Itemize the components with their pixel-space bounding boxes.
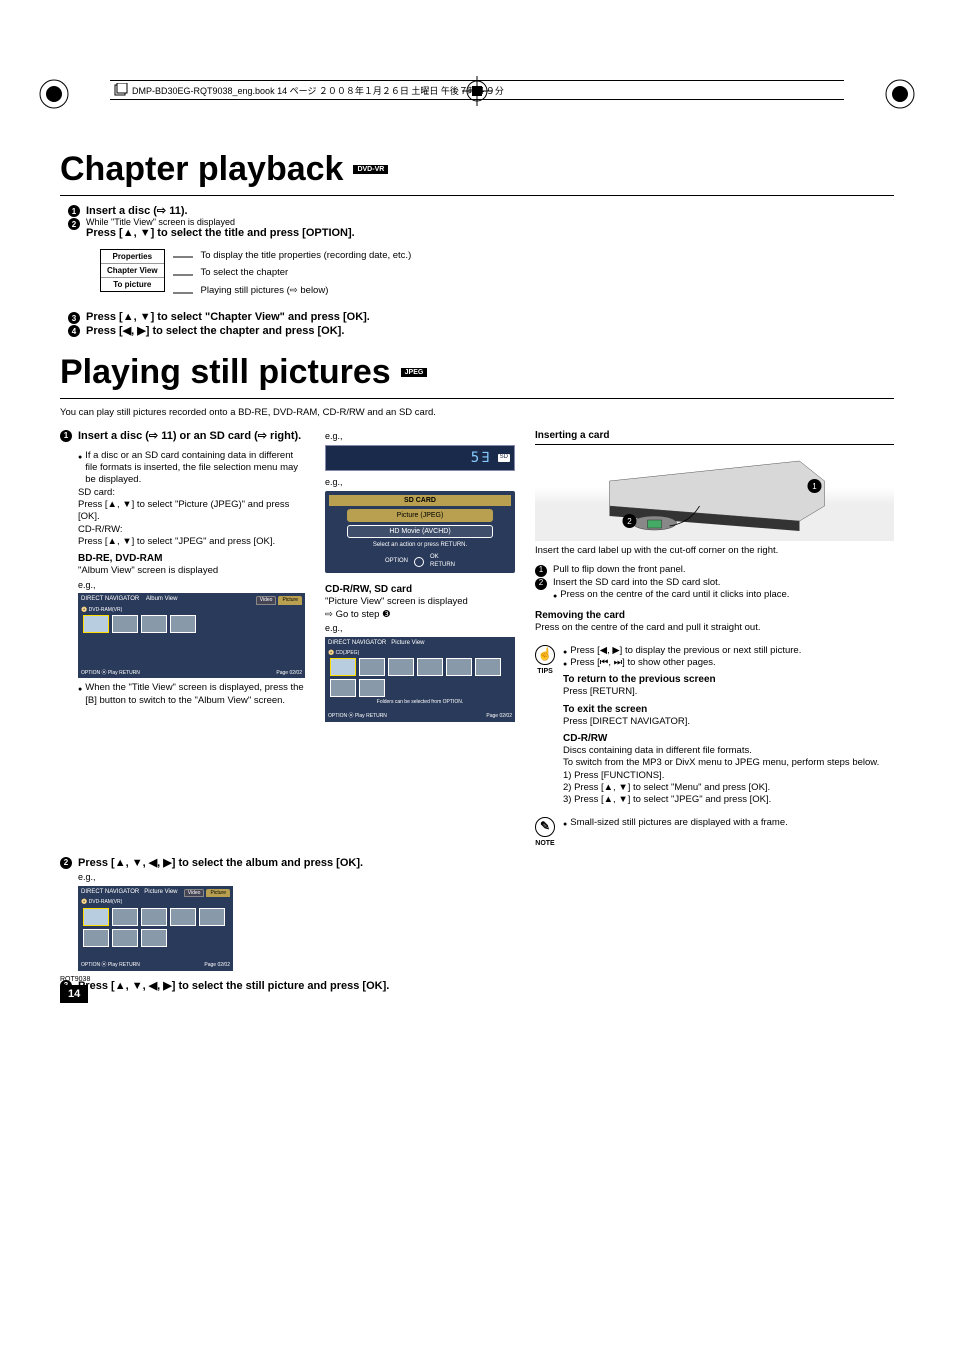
eg-label: e.g.,	[325, 623, 515, 635]
step-4: 4Press [◀, ▶] to select the chapter and …	[68, 324, 894, 337]
sd-counter-display: 5∃ SD	[325, 445, 515, 471]
sp-step-2: 2Press [▲, ▼, ◀, ▶] to select the album …	[60, 856, 505, 870]
cdrw-sub: "Picture View" screen is displayed	[325, 596, 515, 608]
menu-to-picture: To picture	[101, 278, 164, 291]
exit-text: Press [DIRECT NAVIGATOR].	[563, 716, 879, 728]
title-view-note: When the "Title View" screen is displaye…	[78, 682, 305, 707]
removing-card-heading: Removing the card	[535, 609, 894, 622]
svg-text:1: 1	[812, 482, 817, 491]
inserting-card-heading: Inserting a card	[535, 429, 894, 445]
option-menu: Properties Chapter View To picture	[100, 249, 165, 292]
heading-chapter-playback: Chapter playback DVD-VR	[60, 150, 894, 189]
sp-step-3: 3Press [▲, ▼, ◀, ▶] to select the still …	[60, 979, 505, 993]
opt-picture-jpeg: Picture (JPEG)	[347, 509, 493, 522]
badge-jpeg: JPEG	[401, 368, 428, 377]
svg-text:2: 2	[627, 517, 632, 526]
cdrw-heading: CD-R/RW, SD card	[325, 583, 515, 596]
cdrw-heading2: CD-R/RW	[563, 732, 879, 745]
small-pic-note: Small-sized still pictures are displayed…	[563, 817, 788, 829]
opt-hd-movie: HD Movie (AVCHD)	[347, 525, 493, 538]
cdrw-s1: 1) Press [FUNCTIONS].	[563, 770, 879, 782]
return-text: Press [RETURN].	[563, 686, 879, 698]
page-number: 14	[60, 985, 88, 1003]
rule	[60, 398, 894, 399]
callout-lines	[173, 249, 193, 301]
r-step1: Pull to flip down the front panel.	[553, 564, 686, 577]
picture-view-screen-2: DIRECT NAVIGATOR Picture View VideoPictu…	[78, 886, 233, 971]
note-file-formats: If a disc or an SD card containing data …	[78, 450, 305, 487]
r-step2b: Press on the centre of the card until it…	[553, 589, 789, 601]
step-3: 3Press [▲, ▼] to select "Chapter View" a…	[68, 311, 894, 324]
cdrw-instr: CD-R/RW: Press [▲, ▼] to select "JPEG" a…	[78, 524, 305, 549]
rule	[60, 195, 894, 196]
tip-prev-next: Press [◀, ▶] to display the previous or …	[563, 645, 879, 657]
sp-step-1: 1 Insert a disc (⇨ 11) or an SD card (⇨ …	[60, 429, 305, 443]
cdrw-s2: 2) Press [▲, ▼] to select "Menu" and pre…	[563, 782, 879, 794]
step-1: 1 Insert a disc (⇨ 11).	[68, 204, 894, 217]
cdrw-s3: 3) Press [▲, ▼] to select "JPEG" and pre…	[563, 794, 879, 806]
eg-label: e.g.,	[325, 431, 515, 443]
r-step2: Insert the SD card into the SD card slot…	[553, 577, 789, 589]
cdrw-text2: To switch from the MP3 or DivX menu to J…	[563, 757, 879, 769]
badge-dvd-vr: DVD-VR	[353, 165, 388, 174]
picture-view-screen: DIRECT NAVIGATOR Picture View 📀 CD(JPEG)…	[325, 637, 515, 722]
corner-mark-tl	[38, 78, 70, 110]
note-icon: ✎ NOTE	[535, 817, 555, 848]
cdrw-goto: ⇨ Go to step ❸	[325, 609, 515, 621]
player-diagram: 1 2	[535, 451, 894, 541]
corner-mark-tr	[884, 78, 916, 110]
insert-orientation: Insert the card label up with the cut-of…	[535, 545, 894, 557]
eg-label: e.g.,	[78, 580, 305, 592]
menu-properties: Properties	[101, 250, 164, 264]
book-header-strip: DMP-BD30EG-RQT9038_eng.book 14 ページ ２００８年…	[110, 80, 844, 100]
cdrw-text1: Discs containing data in different file …	[563, 745, 879, 757]
option-menu-diagram: Properties Chapter View To picture To di…	[100, 249, 894, 301]
heading-playing-still-pictures: Playing still pictures JPEG	[60, 353, 894, 392]
album-view-screen: DIRECT NAVIGATOR Album View VideoPicture…	[78, 593, 305, 678]
sd-card-menu: SD CARD Picture (JPEG) HD Movie (AVCHD) …	[325, 491, 515, 574]
eg-label: e.g.,	[78, 872, 505, 884]
bdre-heading: BD-RE, DVD-RAM	[78, 552, 305, 565]
option-descriptions: To display the title properties (recordi…	[201, 249, 412, 301]
book-icon	[114, 83, 128, 97]
step-2: 2 While "Title View" screen is displayed…	[68, 217, 894, 239]
removing-card-text: Press on the centre of the card and pull…	[535, 622, 894, 634]
doc-code: RQT9038	[60, 976, 90, 983]
menu-chapter-view: Chapter View	[101, 264, 164, 278]
return-heading: To return to the previous screen	[563, 673, 879, 686]
tip-pages: Press [⏮, ⏭] to show other pages.	[563, 657, 879, 669]
tips-icon: ☝ TIPS	[535, 645, 555, 676]
exit-heading: To exit the screen	[563, 703, 879, 716]
eg-label: e.g.,	[325, 477, 515, 489]
bdre-sub: "Album View" screen is displayed	[78, 565, 305, 577]
sd-card-instr: SD card: Press [▲, ▼] to select "Picture…	[78, 487, 305, 524]
intro-text: You can play still pictures recorded ont…	[60, 407, 894, 419]
